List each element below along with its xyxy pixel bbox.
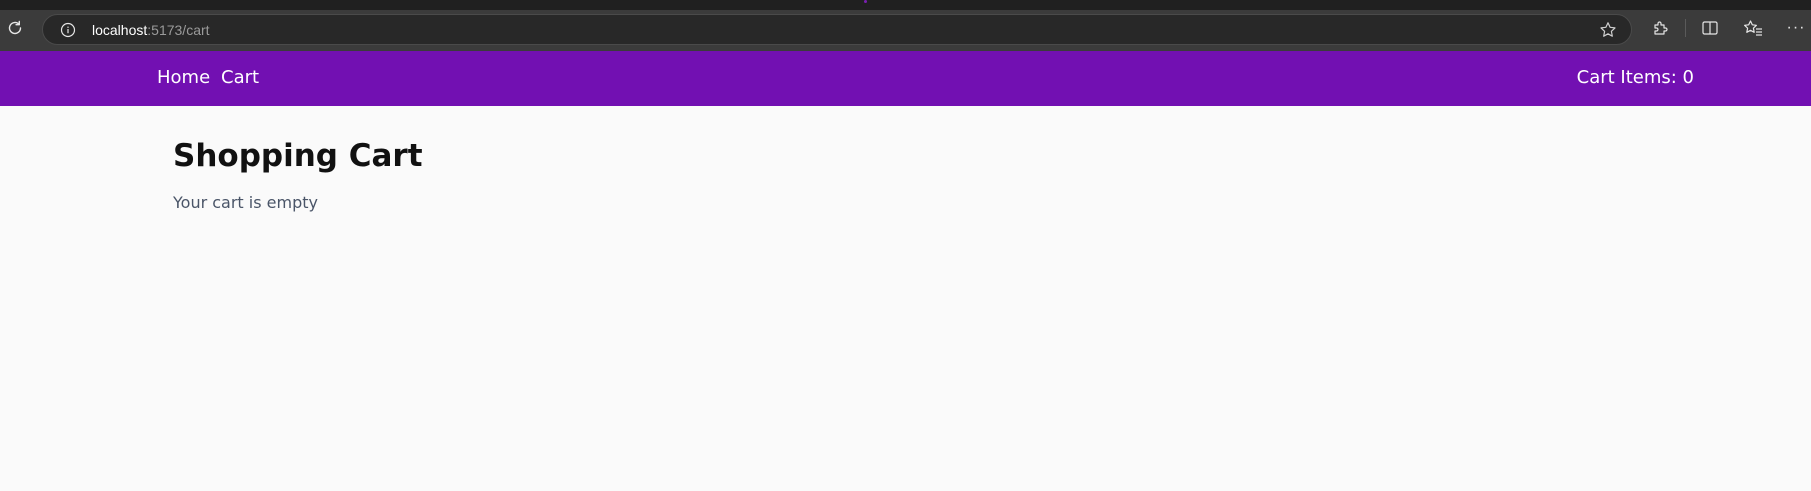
more-icon[interactable]: ··· — [1786, 18, 1806, 38]
browser-tab-strip — [0, 0, 1811, 10]
split-screen-icon[interactable] — [1700, 18, 1720, 38]
extensions-icon[interactable] — [1651, 18, 1671, 38]
reload-icon[interactable] — [4, 17, 26, 39]
main-content: Shopping Cart Your cart is empty — [173, 138, 423, 213]
app-navbar: Home Cart Cart Items: 0 — [0, 51, 1811, 106]
nav-link-home[interactable]: Home — [157, 68, 210, 88]
favorites-icon[interactable] — [1743, 18, 1763, 38]
tab-accent — [864, 0, 867, 3]
url-host: localhost — [92, 22, 148, 38]
toolbar-divider — [1685, 19, 1686, 37]
address-bar[interactable]: localhost:5173/cart — [42, 14, 1632, 45]
more-glyph: ··· — [1786, 19, 1806, 36]
url-path: :5173/cart — [147, 22, 210, 38]
empty-cart-message: Your cart is empty — [173, 193, 318, 212]
nav-link-cart[interactable]: Cart — [221, 68, 259, 88]
info-icon[interactable] — [59, 21, 77, 39]
url-text[interactable]: localhost:5173/cart — [92, 22, 210, 38]
star-icon[interactable] — [1599, 21, 1617, 39]
browser-chrome: localhost:5173/cart ··· — [0, 0, 1811, 51]
page-title: Shopping Cart — [173, 138, 423, 174]
cart-items-count: Cart Items: 0 — [1576, 67, 1694, 88]
